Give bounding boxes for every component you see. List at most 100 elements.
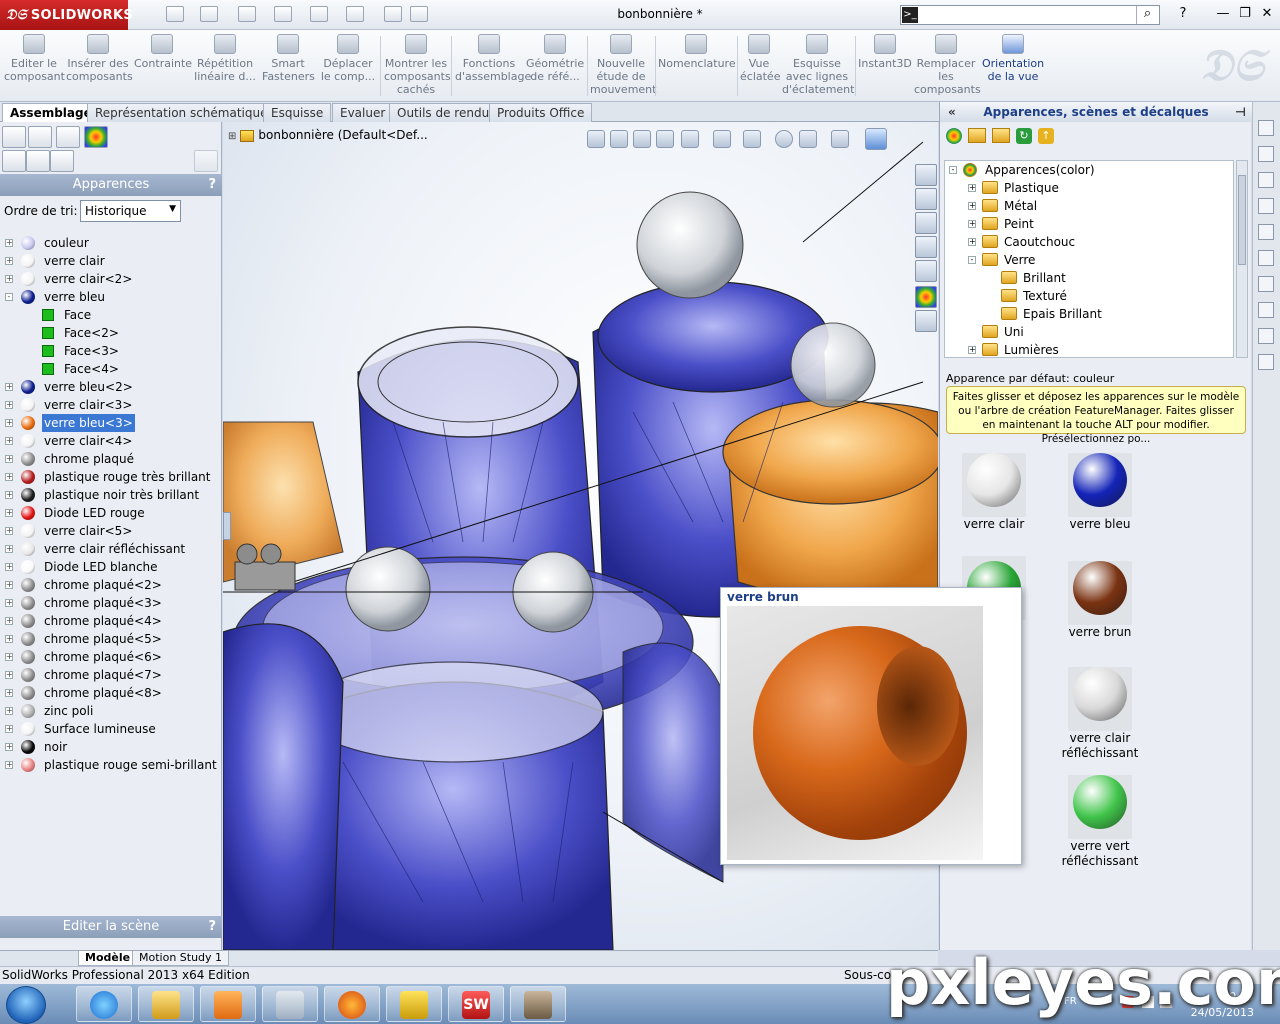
- view-tool-icon[interactable]: [1258, 354, 1274, 370]
- library-folder-item[interactable]: Brillant: [945, 269, 1233, 287]
- expand-icon[interactable]: +: [5, 671, 13, 679]
- assembly-features-button[interactable]: Fonctions d'assemblage: [455, 34, 531, 98]
- view-orientation-icon[interactable]: [681, 130, 699, 148]
- expand-icon[interactable]: +: [5, 239, 13, 247]
- close-button[interactable]: ✕: [1256, 5, 1278, 23]
- up-folder-icon[interactable]: ↑: [1038, 128, 1054, 144]
- appearance-list-item[interactable]: + plastique rouge très brillant: [4, 468, 218, 486]
- tab-assembly[interactable]: Assemblage: [2, 103, 100, 122]
- pin-icon[interactable]: ⊣: [1235, 102, 1246, 122]
- bill-of-materials-button[interactable]: Nomenclature: [658, 34, 736, 98]
- expand-icon[interactable]: +: [5, 725, 13, 733]
- help-icon[interactable]: ?: [208, 916, 216, 938]
- appearance-swatch[interactable]: verre clair: [939, 448, 1049, 532]
- appearance-face-item[interactable]: Face<3>: [4, 342, 218, 360]
- view-tool-icon[interactable]: [1258, 172, 1274, 188]
- tree-scrollbar[interactable]: [1236, 160, 1248, 358]
- tab-motion-study[interactable]: Motion Study 1: [132, 951, 230, 966]
- appearance-list-item[interactable]: + Diode LED blanche: [4, 558, 218, 576]
- rebuild-icon[interactable]: [384, 6, 402, 22]
- collapse-double-chevron-icon[interactable]: «: [948, 102, 956, 122]
- move-icon[interactable]: [865, 128, 887, 150]
- expand-icon[interactable]: +: [968, 202, 976, 210]
- view-tool-icon[interactable]: [1258, 328, 1274, 344]
- help-icon[interactable]: ?: [1172, 5, 1194, 23]
- library-folder-item[interactable]: Epais Brillant: [945, 305, 1233, 323]
- tab-sketch[interactable]: Esquisse: [263, 103, 332, 122]
- expand-icon[interactable]: +: [5, 563, 13, 571]
- appearance-list-item[interactable]: + Surface lumineuse: [4, 720, 218, 738]
- search-commands-input[interactable]: [900, 5, 1160, 25]
- expand-icon[interactable]: +: [968, 184, 976, 192]
- open-folder-icon[interactable]: [992, 128, 1010, 143]
- edit-component-button[interactable]: Editer le composant: [4, 34, 65, 98]
- expand-icon[interactable]: +: [5, 761, 13, 769]
- appearance-list-item[interactable]: + chrome plaqué<4>: [4, 612, 218, 630]
- view-tool-icon[interactable]: [1258, 276, 1274, 292]
- property-manager-tab[interactable]: [28, 126, 52, 148]
- library-folder-item[interactable]: + Plastique: [945, 179, 1233, 197]
- view-tool-icon[interactable]: [1258, 120, 1274, 136]
- appearance-list-item[interactable]: - verre bleu: [4, 288, 218, 306]
- expand-icon[interactable]: +: [5, 707, 13, 715]
- new-motion-study-button[interactable]: Nouvelle étude de mouvement: [590, 34, 656, 98]
- select-icon[interactable]: [346, 6, 364, 22]
- appearance-list-item[interactable]: + chrome plaqué<7>: [4, 666, 218, 684]
- appearances-view-icon[interactable]: [2, 150, 26, 172]
- new-file-icon[interactable]: [166, 6, 184, 22]
- replace-components-button[interactable]: Remplacer les composants: [914, 34, 981, 98]
- expand-icon[interactable]: +: [5, 617, 13, 625]
- library-folder-item[interactable]: Uni: [945, 323, 1233, 341]
- options-icon[interactable]: [194, 150, 218, 172]
- tab-render-tools[interactable]: Outils de rendu: [389, 103, 498, 122]
- appearance-list-item[interactable]: + chrome plaqué<6>: [4, 648, 218, 666]
- appearance-face-item[interactable]: Face<2>: [4, 324, 218, 342]
- appearance-list-item[interactable]: + verre bleu<2>: [4, 378, 218, 396]
- undo-icon[interactable]: [310, 6, 328, 22]
- appearance-swatch[interactable]: verre vert réfléchissant: [1045, 770, 1155, 869]
- expand-icon[interactable]: +: [5, 599, 13, 607]
- smart-fasteners-button[interactable]: Smart Fasteners: [262, 34, 315, 98]
- edit-appearance-icon[interactable]: [775, 130, 793, 148]
- appearance-face-item[interactable]: Face<4>: [4, 360, 218, 378]
- tab-model[interactable]: Modèle: [78, 951, 138, 966]
- library-folder-item[interactable]: Texturé: [945, 287, 1233, 305]
- refresh-icon[interactable]: ↻: [1016, 128, 1032, 144]
- view-tool-icon[interactable]: [1258, 250, 1274, 266]
- expand-icon[interactable]: +: [5, 545, 13, 553]
- expand-icon[interactable]: +: [5, 401, 13, 409]
- appearance-list-item[interactable]: + chrome plaqué<8>: [4, 684, 218, 702]
- expand-icon[interactable]: +: [968, 220, 976, 228]
- scene-view-icon[interactable]: [50, 150, 74, 172]
- expand-icon[interactable]: +: [5, 473, 13, 481]
- feature-tree-root[interactable]: ⊞ bonbonnière (Default<Def...: [228, 128, 428, 142]
- appearance-swatch[interactable]: verre clair réfléchissant: [1045, 662, 1155, 761]
- expand-icon[interactable]: +: [5, 437, 13, 445]
- search-icon[interactable]: ⌕: [1136, 6, 1158, 24]
- expand-icon[interactable]: +: [5, 419, 13, 427]
- view-tool-icon[interactable]: [1258, 198, 1274, 214]
- view-settings-icon[interactable]: [831, 130, 849, 148]
- section-view-icon[interactable]: [656, 130, 674, 148]
- task-pane-home-icon[interactable]: [915, 188, 937, 210]
- task-pane-view-palette-icon[interactable]: [915, 260, 937, 282]
- view-tool-icon[interactable]: [1258, 146, 1274, 162]
- library-folder-item[interactable]: + Lumières: [945, 341, 1233, 357]
- internet-explorer-button[interactable]: [76, 986, 132, 1022]
- appearance-list-item[interactable]: + verre clair<5>: [4, 522, 218, 540]
- library-folder-item[interactable]: + Métal: [945, 197, 1233, 215]
- task-pane-custom-properties-icon[interactable]: [915, 310, 937, 332]
- collapse-icon[interactable]: -: [5, 293, 13, 301]
- media-player-button[interactable]: [200, 986, 256, 1022]
- expand-icon[interactable]: +: [5, 491, 13, 499]
- reference-geometry-button[interactable]: Géométrie de réfé...: [526, 34, 584, 98]
- file-properties-icon[interactable]: [410, 6, 428, 22]
- collapse-icon[interactable]: -: [949, 166, 957, 174]
- print-icon[interactable]: [274, 6, 292, 22]
- tab-evaluate[interactable]: Evaluer: [332, 103, 394, 122]
- firefox-button[interactable]: [324, 986, 380, 1022]
- edit-scene-header[interactable]: Editer la scène?: [0, 916, 222, 938]
- appearance-list-item[interactable]: + couleur: [4, 234, 218, 252]
- zoom-to-fit-icon[interactable]: [587, 130, 605, 148]
- task-pane-appearances-icon[interactable]: [915, 286, 937, 308]
